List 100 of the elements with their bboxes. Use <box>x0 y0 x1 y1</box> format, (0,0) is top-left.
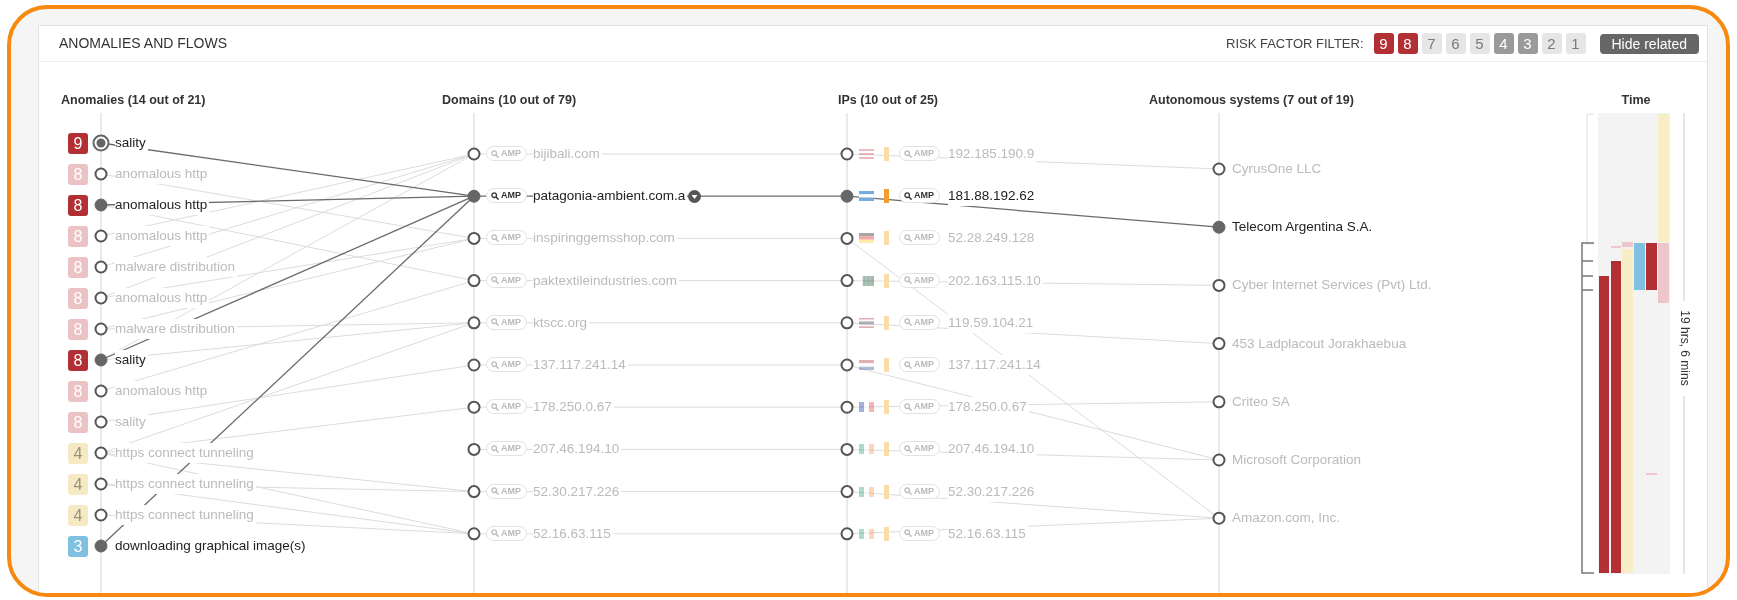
flag-icon <box>859 191 874 202</box>
node-marker[interactable] <box>467 189 481 203</box>
node-marker[interactable] <box>92 134 110 152</box>
amp-button[interactable]: AMP <box>899 525 940 541</box>
node-marker[interactable] <box>94 322 108 336</box>
search-icon <box>904 529 912 538</box>
node-marker[interactable] <box>467 147 481 161</box>
search-icon <box>904 149 912 158</box>
node-marker[interactable] <box>94 446 108 460</box>
node-marker[interactable] <box>1212 162 1226 176</box>
amp-button[interactable]: AMP <box>486 525 527 541</box>
indicator-icon <box>884 273 889 288</box>
node-marker[interactable] <box>94 260 108 274</box>
ip-label: 137.117.241.14 <box>948 355 1043 375</box>
risk-badge: 8 <box>68 350 88 371</box>
anomaly-label: anomalous http <box>115 226 210 246</box>
risk-badge: 8 <box>68 412 88 433</box>
amp-button[interactable]: AMP <box>486 314 527 330</box>
node-marker[interactable] <box>1212 278 1226 292</box>
node-marker[interactable] <box>1212 453 1226 467</box>
anomaly-label: https connect tunneling <box>115 505 256 525</box>
search-icon <box>491 487 499 496</box>
node-marker[interactable] <box>840 274 854 288</box>
node-marker[interactable] <box>94 539 108 553</box>
search-icon <box>491 276 499 285</box>
node-marker[interactable] <box>467 442 481 456</box>
node-marker[interactable] <box>467 400 481 414</box>
node-marker[interactable] <box>94 508 108 522</box>
indicator-icon <box>884 231 889 246</box>
amp-button[interactable]: AMP <box>899 230 940 246</box>
node-marker[interactable] <box>840 147 854 161</box>
risk-badge: 8 <box>68 195 88 216</box>
node-marker[interactable] <box>94 353 108 367</box>
node-marker[interactable] <box>467 358 481 372</box>
caret-icon[interactable] <box>688 190 701 204</box>
node-marker[interactable] <box>840 316 854 330</box>
node-marker[interactable] <box>840 189 854 203</box>
amp-button[interactable]: AMP <box>486 188 527 204</box>
node-marker[interactable] <box>840 400 854 414</box>
node-marker[interactable] <box>840 485 854 499</box>
amp-button[interactable]: AMP <box>899 314 940 330</box>
node-marker[interactable] <box>1212 395 1226 409</box>
risk-filter-toggle[interactable]: 9 <box>1373 33 1394 54</box>
amp-button[interactable]: AMP <box>899 483 940 499</box>
amp-button[interactable]: AMP <box>899 441 940 457</box>
node-marker[interactable] <box>1212 511 1226 525</box>
amp-button[interactable]: AMP <box>486 399 527 415</box>
node-marker[interactable] <box>467 231 481 245</box>
node-marker[interactable] <box>94 477 108 491</box>
node-marker[interactable] <box>94 415 108 429</box>
node-marker[interactable] <box>467 316 481 330</box>
risk-badge: 8 <box>68 257 88 278</box>
search-icon <box>904 444 912 453</box>
risk-filter-toggle[interactable]: 3 <box>1517 33 1538 54</box>
indicator-icon <box>884 484 889 499</box>
node-marker[interactable] <box>467 527 481 541</box>
anomaly-label: malware distribution <box>115 319 238 339</box>
node-marker[interactable] <box>467 485 481 499</box>
amp-button[interactable]: AMP <box>899 357 940 372</box>
amp-button[interactable]: AMP <box>486 146 527 161</box>
node-marker[interactable] <box>94 229 108 243</box>
node-marker[interactable] <box>840 442 854 456</box>
anomaly-label: https connect tunneling <box>115 443 256 463</box>
amp-button[interactable]: AMP <box>486 272 527 288</box>
amp-button[interactable]: AMP <box>486 441 527 457</box>
risk-badge: 8 <box>68 226 88 247</box>
node-marker[interactable] <box>840 358 854 372</box>
node-marker[interactable] <box>1212 220 1226 234</box>
node-marker[interactable] <box>840 527 854 541</box>
node-marker[interactable] <box>94 198 108 212</box>
flag-icon <box>859 149 874 159</box>
node-marker[interactable] <box>94 167 108 181</box>
column-header: Domains (10 out of 79) <box>442 92 577 109</box>
node-marker[interactable] <box>840 231 854 245</box>
flag-icon <box>859 233 874 244</box>
amp-button[interactable]: AMP <box>486 483 527 499</box>
flag-icon <box>859 486 874 497</box>
flag-icon <box>859 402 874 413</box>
flag-icon <box>859 444 874 455</box>
node-marker[interactable] <box>94 291 108 305</box>
panel-title: ANOMALIES AND FLOWS <box>59 34 228 53</box>
node-marker[interactable] <box>467 274 481 288</box>
column-header: Anomalies (14 out of 21) <box>61 92 206 109</box>
amp-button[interactable]: AMP <box>899 146 940 161</box>
duration-label: 19 hrs, 6 mins <box>1677 310 1692 386</box>
node-marker[interactable] <box>1212 337 1226 351</box>
amp-button[interactable]: AMP <box>899 272 940 288</box>
risk-filter-toggle[interactable]: 8 <box>1397 33 1418 54</box>
amp-button[interactable]: AMP <box>486 357 527 372</box>
amp-button[interactable]: AMP <box>486 230 527 246</box>
amp-button[interactable]: AMP <box>899 399 940 415</box>
node-marker[interactable] <box>94 384 108 398</box>
amp-button[interactable]: AMP <box>899 188 940 204</box>
risk-filter-toggle[interactable]: 4 <box>1493 33 1514 54</box>
search-icon <box>491 402 499 411</box>
flag-icon <box>859 360 874 370</box>
hide-related-button[interactable]: Hide related <box>1599 33 1699 54</box>
flag-icon <box>859 275 874 286</box>
indicator-icon <box>884 400 889 415</box>
search-icon <box>904 402 912 411</box>
